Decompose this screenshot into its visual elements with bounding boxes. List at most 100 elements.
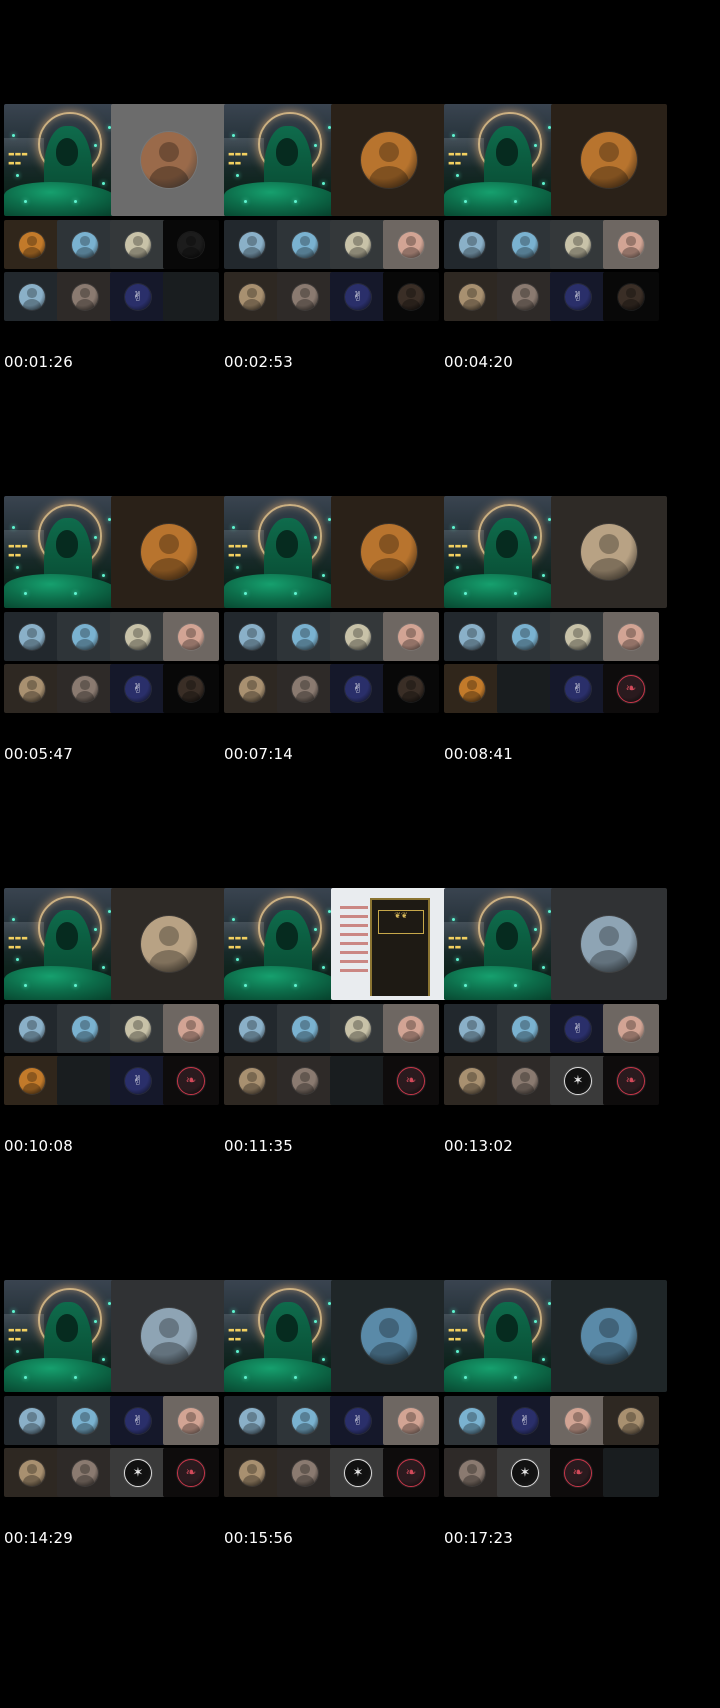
participant-tile[interactable]: ✌ xyxy=(330,664,386,713)
participant-tile[interactable] xyxy=(57,220,113,269)
main-video-tile[interactable]: ▬▬▬ ▬▬ xyxy=(444,104,560,216)
participant-tile[interactable] xyxy=(4,220,60,269)
participant-tile[interactable] xyxy=(277,272,333,321)
participant-tile[interactable]: ❧ xyxy=(383,1448,439,1497)
participant-tile[interactable] xyxy=(4,272,60,321)
participant-tile[interactable] xyxy=(224,272,280,321)
participant-tile[interactable] xyxy=(163,612,219,661)
participant-tile[interactable]: ❧ xyxy=(603,1056,659,1105)
main-video-tile[interactable]: ▬▬▬ ▬▬ xyxy=(224,1280,340,1392)
participant-tile[interactable] xyxy=(163,1004,219,1053)
video-thumbnail[interactable]: ▬▬▬ ▬▬ ✌ 00:04:20 xyxy=(440,0,677,395)
participant-tile[interactable]: ❧ xyxy=(163,1448,219,1497)
participant-tile[interactable] xyxy=(277,664,333,713)
active-speaker-tile[interactable] xyxy=(551,888,667,1000)
participant-tile[interactable] xyxy=(110,220,166,269)
main-video-tile[interactable]: ▬▬▬ ▬▬ xyxy=(444,496,560,608)
participant-tile[interactable]: ✌ xyxy=(110,1056,166,1105)
participant-tile[interactable] xyxy=(444,1448,500,1497)
participant-tile[interactable]: ✶ xyxy=(110,1448,166,1497)
participant-tile[interactable] xyxy=(224,1396,280,1445)
participant-tile[interactable] xyxy=(277,1056,333,1105)
main-video-tile[interactable]: ▬▬▬ ▬▬ xyxy=(444,1280,560,1392)
participant-tile[interactable] xyxy=(163,664,219,713)
participant-tile[interactable] xyxy=(603,220,659,269)
participant-tile[interactable] xyxy=(4,664,60,713)
participant-tile[interactable] xyxy=(110,612,166,661)
main-video-tile[interactable]: ▬▬▬ ▬▬ xyxy=(4,104,120,216)
participant-tile[interactable] xyxy=(497,220,553,269)
participant-tile[interactable] xyxy=(383,664,439,713)
participant-tile[interactable]: ❧ xyxy=(163,1056,219,1105)
video-thumbnail[interactable]: ▬▬▬ ▬▬ ✌ ✶ ❧ 00:15:56 xyxy=(220,1176,457,1571)
participant-tile[interactable] xyxy=(330,612,386,661)
participant-tile[interactable]: ✌ xyxy=(110,664,166,713)
participant-tile[interactable] xyxy=(4,1396,60,1445)
participant-tile[interactable] xyxy=(550,1396,606,1445)
participant-tile[interactable] xyxy=(603,272,659,321)
participant-tile[interactable] xyxy=(224,664,280,713)
video-thumbnail[interactable]: ▬▬▬ ▬▬ ✌ ❧ 00:10:08 xyxy=(0,784,237,1179)
participant-tile[interactable] xyxy=(4,1448,60,1497)
participant-tile[interactable] xyxy=(444,1004,500,1053)
participant-tile[interactable]: ✌ xyxy=(330,1396,386,1445)
participant-tile[interactable] xyxy=(277,1004,333,1053)
participant-tile[interactable] xyxy=(277,1396,333,1445)
participant-tile[interactable] xyxy=(550,612,606,661)
main-video-tile[interactable]: ▬▬▬ ▬▬ xyxy=(224,888,340,1000)
participant-tile[interactable] xyxy=(57,664,113,713)
participant-tile[interactable] xyxy=(4,1056,60,1105)
participant-tile[interactable]: ✌ xyxy=(550,1004,606,1053)
main-video-tile[interactable]: ▬▬▬ ▬▬ xyxy=(4,888,120,1000)
participant-tile[interactable] xyxy=(163,220,219,269)
participant-tile[interactable] xyxy=(277,612,333,661)
active-speaker-tile[interactable] xyxy=(331,1280,447,1392)
video-thumbnail[interactable]: ▬▬▬ ▬▬ ✌ ✶ ❧ 00:17:23 xyxy=(440,1176,677,1571)
participant-tile[interactable]: ✌ xyxy=(110,272,166,321)
participant-tile[interactable] xyxy=(57,272,113,321)
participant-tile[interactable]: ✶ xyxy=(497,1448,553,1497)
video-thumbnail[interactable]: ▬▬▬ ▬▬ ✌ ❧ 00:08:41 xyxy=(440,392,677,787)
participant-tile[interactable] xyxy=(57,1004,113,1053)
video-thumbnail[interactable]: ▬▬▬ ▬▬ ✌ 00:07:14 xyxy=(220,392,457,787)
main-video-tile[interactable]: ▬▬▬ ▬▬ xyxy=(444,888,560,1000)
participant-tile[interactable] xyxy=(57,612,113,661)
participant-tile[interactable] xyxy=(497,1004,553,1053)
participant-tile[interactable] xyxy=(330,1004,386,1053)
participant-tile[interactable] xyxy=(383,1004,439,1053)
screen-share-tile[interactable]: ❦❦ xyxy=(331,888,447,1000)
participant-tile[interactable] xyxy=(224,1056,280,1105)
participant-tile[interactable] xyxy=(497,272,553,321)
participant-tile[interactable] xyxy=(4,1004,60,1053)
video-thumbnail[interactable]: ▬▬▬ ▬▬ ✌ 00:05:47 xyxy=(0,392,237,787)
participant-tile[interactable] xyxy=(163,1396,219,1445)
participant-tile[interactable] xyxy=(224,1448,280,1497)
participant-tile[interactable]: ✌ xyxy=(110,1396,166,1445)
participant-tile[interactable]: ✌ xyxy=(550,664,606,713)
active-speaker-tile[interactable] xyxy=(111,888,227,1000)
participant-tile[interactable] xyxy=(383,612,439,661)
active-speaker-tile[interactable] xyxy=(111,1280,227,1392)
participant-tile[interactable]: ✌ xyxy=(330,272,386,321)
participant-tile[interactable] xyxy=(57,1396,113,1445)
participant-tile[interactable] xyxy=(277,220,333,269)
participant-tile[interactable] xyxy=(497,612,553,661)
active-speaker-tile[interactable] xyxy=(551,104,667,216)
participant-tile[interactable] xyxy=(444,612,500,661)
participant-tile[interactable] xyxy=(110,1004,166,1053)
participant-tile[interactable] xyxy=(550,220,606,269)
active-speaker-tile[interactable] xyxy=(331,496,447,608)
video-thumbnail[interactable]: ▬▬▬ ▬▬ ✌ ✶ ❧ 00:13:02 xyxy=(440,784,677,1179)
main-video-tile[interactable]: ▬▬▬ ▬▬ xyxy=(224,496,340,608)
participant-tile[interactable] xyxy=(383,272,439,321)
active-speaker-tile[interactable] xyxy=(111,496,227,608)
main-video-tile[interactable]: ▬▬▬ ▬▬ xyxy=(4,1280,120,1392)
participant-tile[interactable]: ❧ xyxy=(383,1056,439,1105)
participant-tile[interactable] xyxy=(444,1396,500,1445)
participant-tile[interactable] xyxy=(224,612,280,661)
participant-tile[interactable] xyxy=(497,1056,553,1105)
participant-tile[interactable] xyxy=(383,1396,439,1445)
video-thumbnail[interactable]: ▬▬▬ ▬▬ ✌ ✶ ❧ 00:14:29 xyxy=(0,1176,237,1571)
video-thumbnail[interactable]: ▬▬▬ ▬▬ ✌ 00:01:26 xyxy=(0,0,237,395)
video-thumbnail[interactable]: ▬▬▬ ▬▬ ❦❦ ❧ 00:11:35 xyxy=(220,784,457,1179)
